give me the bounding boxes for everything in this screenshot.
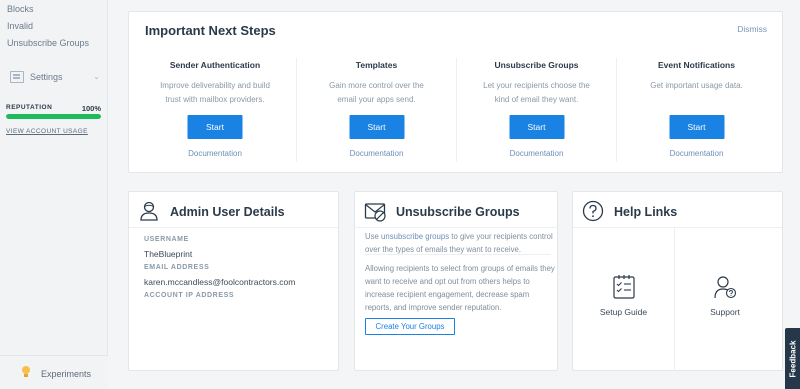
username-value: TheBlueprint bbox=[144, 249, 193, 259]
sidebar-item-blocks[interactable]: Blocks bbox=[7, 4, 34, 14]
reputation-row: REPUTATION 100% bbox=[6, 104, 101, 113]
unsubscribe-card-title: Unsubscribe Groups bbox=[396, 205, 520, 219]
step-templates: Templates Gain more control over the ema… bbox=[296, 58, 456, 162]
unsubscribe-groups-link[interactable]: unsubscribe groups bbox=[381, 232, 449, 241]
chevron-down-icon: ⌄ bbox=[93, 72, 100, 81]
step-title: Templates bbox=[355, 60, 398, 70]
step-sender-authentication: Sender Authentication Improve deliverabi… bbox=[135, 58, 295, 162]
help-card-title: Help Links bbox=[614, 205, 678, 219]
support-link[interactable]: Support bbox=[674, 228, 775, 371]
unsubscribe-intro: Use unsubscribe groups to give your reci… bbox=[365, 230, 555, 256]
view-account-usage-link[interactable]: VIEW ACCOUNT USAGE bbox=[6, 128, 88, 135]
checklist-icon bbox=[612, 275, 635, 299]
intro-text: Use bbox=[365, 232, 382, 241]
reputation-bar-fill bbox=[6, 114, 101, 119]
setup-guide-label: Setup Guide bbox=[599, 307, 648, 317]
dismiss-link[interactable]: Dismiss bbox=[737, 24, 767, 34]
documentation-link[interactable]: Documentation bbox=[135, 149, 295, 158]
admin-card-title: Admin User Details bbox=[170, 205, 285, 219]
documentation-link[interactable]: Documentation bbox=[457, 149, 616, 158]
support-label: Support bbox=[710, 307, 740, 317]
username-label: USERNAME bbox=[144, 236, 189, 243]
divider bbox=[355, 227, 557, 228]
next-steps-title: Important Next Steps bbox=[145, 23, 276, 38]
reputation-bar bbox=[6, 114, 101, 119]
next-steps-card: Important Next Steps Dismiss Sender Auth… bbox=[128, 11, 783, 173]
sidebar: Blocks Invalid Unsubscribe Groups Settin… bbox=[0, 0, 108, 389]
experiments-item[interactable]: Experiments bbox=[0, 355, 108, 389]
email-label: EMAIL ADDRESS bbox=[144, 264, 210, 271]
lightbulb-icon bbox=[21, 366, 31, 378]
sidebar-item-invalid[interactable]: Invalid bbox=[7, 21, 33, 31]
unsubscribe-explanation: Allowing recipients to select from group… bbox=[365, 264, 555, 312]
step-description: Improve deliverability and build trust w… bbox=[160, 81, 270, 104]
start-button[interactable]: Start bbox=[509, 115, 564, 139]
step-description: Let your recipients choose the kind of e… bbox=[483, 81, 590, 104]
unsubscribe-groups-card: Unsubscribe Groups Use unsubscribe group… bbox=[354, 191, 558, 371]
user-icon bbox=[140, 201, 158, 221]
reputation-value: 100% bbox=[81, 104, 101, 113]
admin-user-card: Admin User Details USERNAME TheBlueprint… bbox=[128, 191, 339, 371]
feedback-label: Feedback bbox=[788, 340, 797, 377]
step-description: Gain more control over the email your ap… bbox=[329, 81, 424, 104]
divider bbox=[365, 254, 551, 255]
start-button[interactable]: Start bbox=[187, 115, 243, 139]
settings-icon bbox=[10, 71, 24, 83]
step-description: Get important usage data. bbox=[650, 81, 743, 90]
divider bbox=[129, 227, 338, 228]
question-circle-icon bbox=[582, 200, 604, 222]
experiments-label: Experiments bbox=[41, 369, 92, 379]
step-title: Event Notifications bbox=[658, 60, 735, 70]
settings-label: Settings bbox=[30, 72, 63, 82]
step-event-notifications: Event Notifications Get important usage … bbox=[616, 58, 776, 162]
documentation-link[interactable]: Documentation bbox=[297, 149, 456, 158]
reputation-label: REPUTATION bbox=[6, 104, 53, 111]
create-your-groups-button[interactable]: Create Your Groups bbox=[365, 318, 455, 335]
step-title: Unsubscribe Groups bbox=[494, 60, 579, 70]
sidebar-item-unsubscribe-groups[interactable]: Unsubscribe Groups bbox=[7, 38, 89, 48]
start-button[interactable]: Start bbox=[349, 115, 404, 139]
start-button[interactable]: Start bbox=[669, 115, 724, 139]
documentation-link[interactable]: Documentation bbox=[617, 149, 776, 158]
ip-address-label: ACCOUNT IP ADDRESS bbox=[144, 292, 235, 299]
help-links-card: Help Links Setup Guide Support bbox=[572, 191, 783, 371]
setup-guide-link[interactable]: Setup Guide bbox=[573, 228, 674, 371]
sidebar-item-settings[interactable]: Settings ⌄ bbox=[10, 70, 105, 84]
step-unsubscribe-groups: Unsubscribe Groups Let your recipients c… bbox=[456, 58, 616, 162]
email-value: karen.mccandless@foolcontractors.com bbox=[144, 277, 296, 287]
support-person-icon bbox=[714, 276, 737, 299]
feedback-tab[interactable]: Feedback bbox=[785, 328, 800, 389]
step-title: Sender Authentication bbox=[169, 60, 261, 70]
unsubscribe-mail-icon bbox=[364, 203, 386, 222]
